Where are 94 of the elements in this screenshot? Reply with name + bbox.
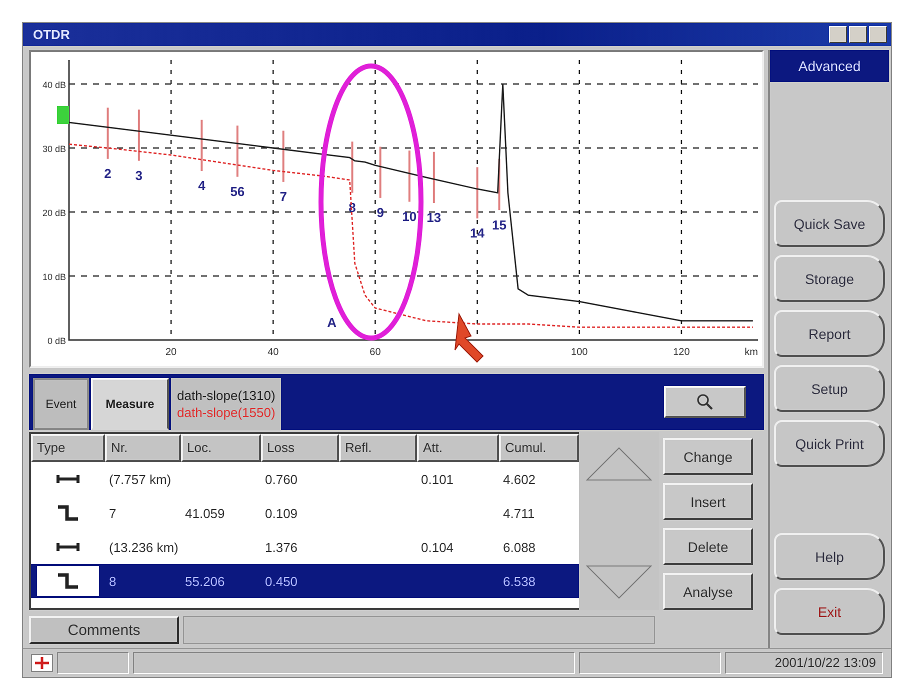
status-pane <box>57 652 129 674</box>
event-label: 2 <box>104 166 112 182</box>
event-label: 4 <box>198 178 206 194</box>
span-icon <box>56 473 80 485</box>
legend-tab[interactable]: dath-slope(1310) dath-slope(1550) <box>171 378 282 430</box>
column-header[interactable]: Loc. <box>181 434 261 462</box>
action-button[interactable]: Insert <box>663 483 753 520</box>
table-cell: 41.059 <box>185 506 225 520</box>
table-cell: 4.711 <box>503 506 535 520</box>
tab[interactable]: Event <box>33 378 89 430</box>
action-button[interactable]: Change <box>663 438 753 475</box>
tab[interactable]: Measure <box>91 378 169 430</box>
event-label: 13 <box>426 210 442 226</box>
event-label: 15 <box>492 217 506 232</box>
zoom-button[interactable] <box>664 386 746 418</box>
event-marker-line <box>476 167 478 218</box>
table-cell: 0.109 <box>265 506 298 520</box>
side-button[interactable]: Exit <box>774 588 885 635</box>
event-label: 7 <box>280 189 287 204</box>
span-icon <box>56 541 80 553</box>
action-button[interactable]: Analyse <box>663 573 753 610</box>
event-marker-line <box>282 130 284 182</box>
event-label: 14 <box>470 226 485 241</box>
minimize-button[interactable] <box>829 26 847 43</box>
event-marker-line <box>498 158 500 210</box>
event-label: 9 <box>376 205 384 220</box>
side-button[interactable]: Help <box>774 533 885 580</box>
legend-label: dath-slope(1310) <box>177 388 276 403</box>
pointer-arrow-icon <box>454 312 484 363</box>
table-cell: 6.538 <box>503 574 536 588</box>
side-button[interactable]: Quick Save <box>774 200 885 247</box>
x-tick-label: 120 <box>673 347 690 358</box>
maximize-button[interactable] <box>849 26 867 43</box>
side-button[interactable]: Setup <box>774 365 885 412</box>
event-marker-line <box>408 150 410 202</box>
event-label: A <box>327 315 337 330</box>
step-icon <box>56 504 80 522</box>
event-marker-line <box>236 126 238 177</box>
x-tick-label: 40 <box>268 347 279 358</box>
event-marker-line <box>379 146 382 198</box>
column-header[interactable]: Nr. <box>105 434 181 462</box>
table-cell: 7 <box>109 506 116 520</box>
table-cell: (7.757 km) <box>109 472 172 486</box>
event-marker-line <box>351 142 354 193</box>
table-cell: 55.206 <box>185 574 225 588</box>
status-time: 2001/10/22 13:09 <box>725 652 883 674</box>
status-icon <box>31 654 53 672</box>
comments-field[interactable] <box>183 616 655 644</box>
panel-title: Advanced <box>770 50 889 82</box>
step-icon <box>56 572 80 590</box>
table-cell: 0.450 <box>265 574 298 588</box>
event-marker-line <box>106 108 109 159</box>
selected-row[interactable]: 8 55.206 0.450 6.538 <box>31 564 579 598</box>
start-marker-icon[interactable] <box>57 106 69 124</box>
table-row[interactable]: (7.757 km) 0.760 0.101 4.602 <box>31 462 579 496</box>
table-cell: 0.760 <box>265 472 298 486</box>
table-cell: 8 <box>109 574 116 588</box>
table-cell: 4.602 <box>503 472 536 486</box>
column-header[interactable]: Cumul. <box>499 434 579 462</box>
column-header[interactable]: Refl. <box>339 434 417 462</box>
event-label: 56 <box>230 184 245 199</box>
legend-label: dath-slope(1550) <box>177 405 276 420</box>
y-tick-label: 30 dB <box>42 144 66 154</box>
x-tick-label: 20 <box>166 347 177 358</box>
column-header[interactable]: Type <box>31 434 105 462</box>
x-tick-label: 60 <box>370 347 381 358</box>
search-icon <box>696 393 714 411</box>
y-tick-label: 20 dB <box>42 208 66 218</box>
table-cell: 6.088 <box>503 540 536 554</box>
table-row[interactable]: (13.236 km) 1.376 0.104 6.088 <box>31 530 579 564</box>
side-button[interactable]: Quick Print <box>774 420 885 467</box>
event-label: 10 <box>402 208 417 224</box>
table-row[interactable]: 7 41.059 0.109 4.711 <box>31 496 579 530</box>
column-header[interactable]: Att. <box>417 434 499 462</box>
y-tick-label: 10 dB <box>42 272 66 282</box>
side-button[interactable]: Report <box>774 310 885 357</box>
y-tick-label: 40 dB <box>42 80 66 90</box>
event-marker-line <box>432 152 435 204</box>
event-marker-line <box>138 110 140 161</box>
table-cell: 0.101 <box>421 472 454 486</box>
event-label: 3 <box>135 168 143 183</box>
x-tick-label: 100 <box>571 347 588 358</box>
action-button[interactable]: Delete <box>663 528 753 565</box>
close-button[interactable] <box>869 26 887 43</box>
window-title: OTDR <box>33 27 70 42</box>
x-axis-label: km <box>744 347 758 358</box>
event-marker-line <box>200 120 203 172</box>
table-cell: (13.236 km) <box>109 540 178 554</box>
column-header[interactable]: Loss <box>261 434 339 462</box>
y-tick-label: 0 dB <box>47 336 66 346</box>
side-button[interactable]: Storage <box>774 255 885 302</box>
comments-button[interactable]: Comments <box>29 616 179 644</box>
table-cell: 1.376 <box>265 540 298 554</box>
table-cell: 0.104 <box>421 540 454 554</box>
